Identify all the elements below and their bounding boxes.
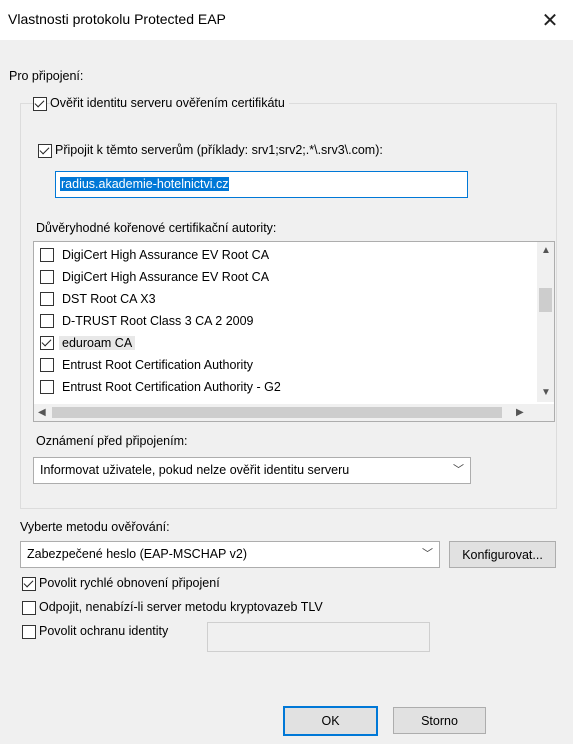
- ok-button[interactable]: OK: [283, 706, 378, 736]
- fast-reconnect-checkbox[interactable]: [22, 577, 36, 591]
- trusted-ca-label: Důvěryhodné kořenové certifikační autori…: [36, 221, 277, 235]
- auth-method-value: Zabezpečené heslo (EAP-MSCHAP v2): [27, 547, 248, 561]
- scroll-up-icon[interactable]: ▲: [541, 245, 551, 256]
- list-item[interactable]: Entrust Root Certification Authority: [34, 354, 554, 376]
- close-button[interactable]: ✕: [527, 0, 573, 40]
- ca-name: Entrust Root Certification Authority: [62, 358, 254, 372]
- disconnect-tlv-checkbox[interactable]: [22, 601, 36, 615]
- ca-name: DST Root CA X3: [62, 292, 156, 306]
- ca-name: D-TRUST Root Class 3 CA 2 2009: [62, 314, 254, 328]
- scroll-down-icon[interactable]: ▼: [541, 387, 551, 398]
- chevron-down-icon: ﹀: [422, 548, 433, 560]
- fast-reconnect-label[interactable]: Povolit rychlé obnovení připojení: [39, 576, 220, 590]
- trusted-ca-list[interactable]: DigiCert High Assurance EV Root CA DigiC…: [33, 241, 555, 422]
- ca-name: eduroam CA: [59, 336, 136, 350]
- ca-name: DigiCert High Assurance EV Root CA: [62, 270, 270, 284]
- notification-select[interactable]: Informovat uživatele, pokud nelze ověřit…: [33, 457, 471, 484]
- dialog-window: Vlastnosti protokolu Protected EAP ✕ Pro…: [0, 0, 573, 744]
- configure-button[interactable]: Konfigurovat...: [449, 541, 556, 568]
- verify-server-label[interactable]: Ověřit identitu serveru ověřením certifi…: [50, 96, 289, 110]
- list-item[interactable]: Entrust Root Certification Authority - G…: [34, 376, 554, 398]
- ca-checkbox[interactable]: [40, 380, 54, 394]
- ca-checkbox[interactable]: [40, 248, 54, 262]
- close-icon: ✕: [541, 9, 559, 32]
- identity-privacy-input: [207, 622, 430, 652]
- scroll-right-icon[interactable]: ▶: [516, 407, 524, 418]
- server-names-value: radius.akademie-hotelnictvi.cz: [60, 177, 230, 191]
- verify-server-checkbox[interactable]: [33, 97, 47, 111]
- connect-servers-checkbox[interactable]: [38, 144, 52, 158]
- ca-checkbox[interactable]: [40, 270, 54, 284]
- auth-method-label: Vyberte metodu ověřování:: [20, 520, 170, 534]
- ca-checkbox[interactable]: [40, 358, 54, 372]
- connection-section-label: Pro připojení:: [9, 69, 84, 83]
- connect-servers-label[interactable]: Připojit k těmto serverům (příklady: srv…: [55, 143, 383, 157]
- title-bar: Vlastnosti protokolu Protected EAP ✕: [0, 0, 573, 40]
- ca-checkbox[interactable]: [40, 336, 54, 350]
- list-item[interactable]: DST Root CA X3: [34, 288, 554, 310]
- window-title: Vlastnosti protokolu Protected EAP: [8, 11, 226, 27]
- horizontal-scrollbar[interactable]: ◀ ▶: [34, 404, 554, 421]
- ca-name: DigiCert High Assurance EV Root CA: [62, 248, 270, 262]
- auth-method-select[interactable]: Zabezpečené heslo (EAP-MSCHAP v2) ﹀: [20, 541, 440, 568]
- vertical-scrollbar[interactable]: ▲ ▼: [537, 242, 554, 402]
- identity-privacy-label[interactable]: Povolit ochranu identity: [39, 624, 168, 638]
- server-names-input[interactable]: radius.akademie-hotelnictvi.cz: [55, 171, 468, 198]
- scroll-left-icon[interactable]: ◀: [38, 407, 46, 418]
- ca-checkbox[interactable]: [40, 292, 54, 306]
- disconnect-tlv-label[interactable]: Odpojit, nenabízí-li server metodu krypt…: [39, 600, 323, 614]
- ca-name: Entrust Root Certification Authority - G…: [62, 380, 281, 394]
- list-item[interactable]: DigiCert High Assurance EV Root CA: [34, 266, 554, 288]
- list-item[interactable]: eduroam CA: [34, 332, 554, 354]
- vertical-scroll-thumb[interactable]: [539, 288, 552, 312]
- identity-privacy-checkbox[interactable]: [22, 625, 36, 639]
- ca-checkbox[interactable]: [40, 314, 54, 328]
- list-item[interactable]: DigiCert High Assurance EV Root CA: [34, 244, 554, 266]
- notification-value: Informovat uživatele, pokud nelze ověřit…: [40, 463, 350, 477]
- list-item[interactable]: D-TRUST Root Class 3 CA 2 2009: [34, 310, 554, 332]
- horizontal-scroll-thumb[interactable]: [52, 407, 502, 418]
- notification-label: Oznámení před připojením:: [36, 434, 188, 448]
- cancel-button[interactable]: Storno: [393, 707, 486, 734]
- chevron-down-icon: ﹀: [453, 464, 464, 476]
